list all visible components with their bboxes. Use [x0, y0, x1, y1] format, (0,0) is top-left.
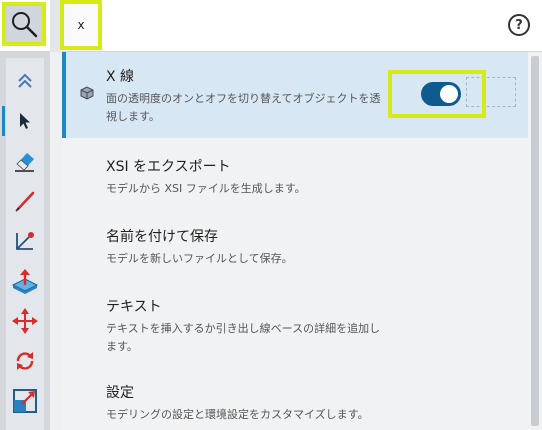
- pencil-icon: [15, 191, 35, 212]
- search-results-panel: X 線 面の透明度のオンとオフを切り替えてオブジェクトを透 視します。 XSI …: [62, 52, 528, 430]
- help-button[interactable]: ?: [508, 14, 530, 36]
- scale-icon: [13, 389, 37, 413]
- search-field[interactable]: [60, 0, 102, 50]
- push-pull-tool-button[interactable]: [6, 262, 44, 300]
- menu-item-text[interactable]: テキスト テキストを挿入するか引き出し線ベースの詳細を追加し ます。: [62, 282, 528, 364]
- menu-item-xray[interactable]: X 線 面の透明度のオンとオフを切り替えてオブジェクトを透 視します。: [62, 52, 528, 138]
- pencil-tool-button[interactable]: [6, 182, 44, 220]
- menu-item-desc-line1: 面の透明度のオンとオフを切り替えてオブジェクトを透: [106, 92, 381, 105]
- move-tool-button[interactable]: [6, 302, 44, 340]
- menu-item-title: 設定: [106, 385, 134, 401]
- search-button[interactable]: [2, 2, 46, 46]
- scrollbar-thumb[interactable]: [531, 56, 539, 426]
- xray-toggle-switch[interactable]: [421, 82, 461, 106]
- toolbar-gutter: [50, 52, 62, 430]
- menu-item-title: 名前を付けて保存: [106, 229, 218, 245]
- menu-item-desc-line1: モデルから XSI ファイルを生成します。: [106, 182, 306, 195]
- left-toolbar: [0, 52, 50, 430]
- select-arrow-icon: [20, 113, 30, 129]
- top-bar: ?: [0, 0, 542, 52]
- move-icon: [12, 308, 38, 334]
- xray-cube-icon: [80, 86, 94, 100]
- menu-item-desc-line1: テキストを挿入するか引き出し線ベースの詳細を追加し: [106, 322, 381, 335]
- scale-tool-button[interactable]: [6, 382, 44, 420]
- toolbar-tools: [2, 58, 44, 430]
- menu-item-export-xsi[interactable]: XSI をエクスポート モデルから XSI ファイルを生成します。: [62, 142, 528, 206]
- menu-item-save-as[interactable]: 名前を付けて保存 モデルを新しいファイルとして保存。: [62, 212, 528, 276]
- results-scrollbar[interactable]: [528, 52, 542, 430]
- rotate-tool-button[interactable]: [6, 342, 44, 380]
- eraser-tool-button[interactable]: [6, 142, 44, 180]
- help-icon: ?: [515, 17, 523, 33]
- line-tool-button[interactable]: [6, 222, 44, 260]
- push-pull-icon: [11, 269, 39, 294]
- menu-item-desc-line1: モデリングの設定と環境設定をカスタマイズします。: [106, 408, 369, 421]
- search-input[interactable]: [67, 18, 95, 32]
- menu-item-desc-line2: ます。: [106, 340, 138, 353]
- collapse-toolbar-button[interactable]: [6, 62, 44, 100]
- line-icon: [16, 232, 34, 250]
- eraser-icon: [15, 153, 34, 172]
- menu-item-title: X 線: [106, 69, 135, 85]
- collapse-up-icon: [18, 73, 32, 88]
- menu-item-title: テキスト: [106, 299, 162, 315]
- toolbar-header-separator: [50, 0, 60, 52]
- menu-item-title: XSI をエクスポート: [106, 159, 231, 175]
- menu-item-desc-line2: 視します。: [106, 110, 160, 123]
- toggle-knob: [440, 85, 458, 103]
- search-icon: [12, 12, 38, 38]
- select-tool-button[interactable]: [2, 102, 44, 140]
- rotate-icon: [16, 352, 34, 370]
- menu-item-desc-line1: モデルを新しいファイルとして保存。: [106, 252, 293, 265]
- menu-item-settings[interactable]: 設定 モデリングの設定と環境設定をカスタマイズします。: [62, 370, 528, 430]
